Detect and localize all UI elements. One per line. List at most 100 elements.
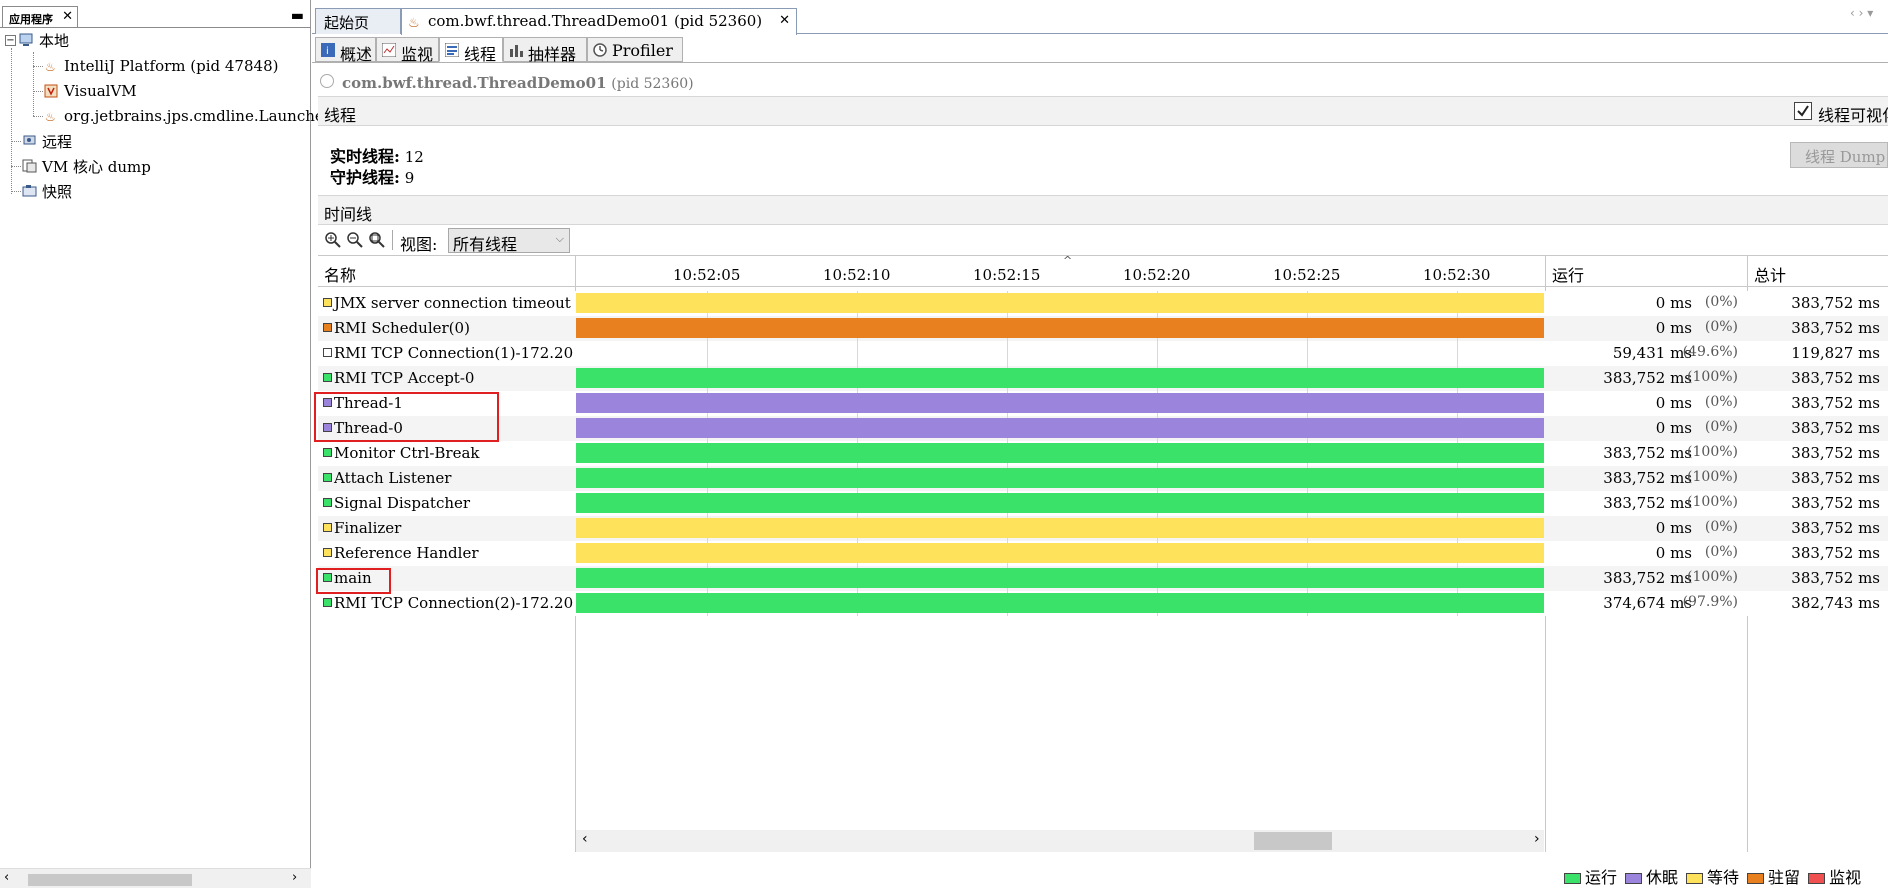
total-time-cell: 383,752 ms (1748, 316, 1886, 341)
close-icon[interactable]: ✕ (62, 9, 73, 24)
running-percent: (0%) (1704, 544, 1738, 560)
zoom-out-icon[interactable] (346, 231, 364, 253)
scroll-left-icon[interactable]: ‹ (4, 870, 9, 885)
thread-name-cell: RMI TCP Connection(1)-172.20 (318, 341, 575, 366)
highlight-main (316, 568, 391, 594)
svg-text:♨: ♨ (408, 16, 420, 30)
scroll-left-icon[interactable]: ‹ (582, 831, 588, 847)
tree-guide-line (11, 141, 21, 142)
tab-start-page[interactable]: 起始页 (315, 8, 401, 34)
tab-thread-demo[interactable]: ♨ com.bwf.thread.ThreadDemo01 (pid 52360… (401, 8, 797, 35)
thread-row[interactable]: main 383,752 ms (100%) 383,752 ms (318, 566, 1888, 591)
thread-state-icon (323, 298, 332, 307)
thread-visualization-checkbox[interactable] (1794, 102, 1812, 120)
total-time-cell: 383,752 ms (1748, 466, 1886, 491)
thread-state-icon (323, 373, 332, 382)
tree-node-snapshot[interactable]: 快照 (22, 180, 72, 202)
view-label: 视图: (400, 235, 438, 254)
thread-row[interactable]: Finalizer 0 ms (0%) 383,752 ms (318, 516, 1888, 541)
thread-visualization-label: 线程可视化 (1818, 106, 1888, 125)
thread-row[interactable]: RMI TCP Connection(1)-172.20 59,431 ms (49… (318, 341, 1888, 366)
running-time: 0 ms (1655, 419, 1692, 437)
scroll-right-icon[interactable]: › (292, 870, 297, 885)
tree-guide-line (11, 166, 21, 167)
timeline-scrollbar[interactable] (576, 830, 1544, 852)
running-percent: (100%) (1687, 469, 1738, 485)
minimize-icon[interactable]: ▬ (291, 8, 304, 24)
tree-guide-line (33, 52, 34, 116)
thread-row[interactable]: RMI TCP Accept-0 383,752 ms (100%) 383,752 … (318, 366, 1888, 391)
thread-row[interactable]: Thread-1 0 ms (0%) 383,752 ms (318, 391, 1888, 416)
timeline-axis: ^ 10:52:05 10:52:10 10:52:15 10:52:20 10:52:… (576, 254, 1544, 286)
thread-state-icon (323, 323, 332, 332)
thread-row[interactable]: Signal Dispatcher 383,752 ms (100%) 383,752… (318, 491, 1888, 516)
total-time: 383,752 ms (1791, 369, 1880, 387)
scrollbar-thumb[interactable] (28, 874, 192, 886)
legend-item-waiting: 等待 (1686, 868, 1739, 887)
legend-item-running: 运行 (1564, 868, 1617, 887)
tab-sampler[interactable]: 抽样器 (503, 37, 587, 64)
computer-icon (19, 33, 35, 47)
running-time-cell: 0 ms (0%) (1546, 316, 1746, 341)
column-header-total[interactable]: 总计 (1748, 256, 1886, 286)
tab-profiler[interactable]: Profiler (587, 37, 683, 62)
timeline-scrollbar-thumb[interactable] (1254, 832, 1332, 850)
column-header-name[interactable]: 名称 (318, 256, 575, 286)
tab-scroll-icon[interactable]: ‹ › ▾ (1850, 6, 1873, 20)
applications-tab[interactable]: 应用程序 ✕ (2, 6, 78, 28)
thread-name-cell: Monitor Ctrl-Break (318, 441, 575, 466)
thread-name: Finalizer (334, 519, 402, 537)
thread-state-bar (576, 318, 1544, 338)
total-time-cell: 383,752 ms (1748, 366, 1886, 391)
timeline-tick-label: 10:52:30 (1423, 266, 1491, 284)
thread-row[interactable]: Reference Handler 0 ms (0%) 383,752 ms (318, 541, 1888, 566)
thread-row[interactable]: JMX server connection timeout 0 ms (0%) 383… (318, 291, 1888, 316)
zoom-fit-icon[interactable] (368, 231, 386, 253)
total-time-cell: 383,752 ms (1748, 291, 1886, 316)
close-icon[interactable]: ✕ (779, 13, 790, 28)
thread-rows: JMX server connection timeout 0 ms (0%) 383… (318, 291, 1888, 621)
state-legend: 运行 休眠 等待 驻留 监视 (1564, 864, 1869, 888)
tab-overview[interactable]: i 概述 (315, 37, 376, 64)
tree-node-intellij[interactable]: ♨ IntelliJ Platform (pid 47848) (44, 55, 278, 77)
total-time: 383,752 ms (1791, 494, 1880, 512)
thread-name-cell: JMX server connection timeout (318, 291, 575, 316)
running-time-cell: 0 ms (0%) (1546, 391, 1746, 416)
tree-guide-line (11, 191, 21, 192)
thread-state-bar (576, 368, 1544, 388)
running-time: 383,752 ms (1603, 369, 1692, 387)
tab-monitor[interactable]: 监视 (376, 37, 439, 64)
thread-dump-button[interactable]: 线程 Dump (1790, 142, 1888, 168)
view-select[interactable]: 所有线程 ⌵ (448, 228, 570, 254)
column-header-running[interactable]: 运行 (1546, 256, 1746, 286)
thread-name-cell: Finalizer (318, 516, 575, 541)
tree-guide-line (33, 91, 43, 92)
view-select-value: 所有线程 (453, 235, 518, 254)
tree-node-local[interactable]: − 本地 (5, 29, 69, 51)
tab-threads[interactable]: 线程 (439, 37, 503, 64)
thread-row[interactable]: Monitor Ctrl-Break 383,752 ms (100%) 383,75… (318, 441, 1888, 466)
java-app-icon: ♨ (44, 59, 60, 74)
tree-node-coredump[interactable]: VM 核心 dump (22, 155, 151, 177)
tree-node-visualvm[interactable]: VisualVM (44, 80, 137, 102)
thread-row[interactable]: RMI TCP Connection(2)-172.20 374,674 ms (9… (318, 591, 1888, 616)
thread-row[interactable]: Attach Listener 383,752 ms (100%) 383,752 m… (318, 466, 1888, 491)
header-divider (318, 286, 1888, 287)
app-status-icon (320, 74, 334, 88)
tree-node-remote[interactable]: 远程 (22, 130, 72, 152)
running-time-cell: 383,752 ms (100%) (1546, 366, 1746, 391)
collapse-toggle-icon[interactable]: − (5, 34, 16, 46)
running-time: 0 ms (1655, 544, 1692, 562)
thread-name-cell: RMI TCP Accept-0 (318, 366, 575, 391)
total-time-cell: 119,827 ms (1748, 341, 1886, 366)
total-time: 383,752 ms (1791, 419, 1880, 437)
visualvm-icon (44, 84, 60, 98)
thread-row[interactable]: RMI Scheduler(0) 0 ms (0%) 383,752 ms (318, 316, 1888, 341)
thread-row[interactable]: Thread-0 0 ms (0%) 383,752 ms (318, 416, 1888, 441)
zoom-in-icon[interactable] (324, 231, 342, 253)
thread-name: RMI Scheduler(0) (334, 319, 470, 337)
tree-node-jps-launcher[interactable]: ♨ org.jetbrains.jps.cmdline.Launcher (44, 105, 331, 127)
thread-state-icon (323, 498, 332, 507)
scroll-right-icon[interactable]: › (1534, 831, 1540, 847)
snapshot-icon (22, 184, 38, 198)
